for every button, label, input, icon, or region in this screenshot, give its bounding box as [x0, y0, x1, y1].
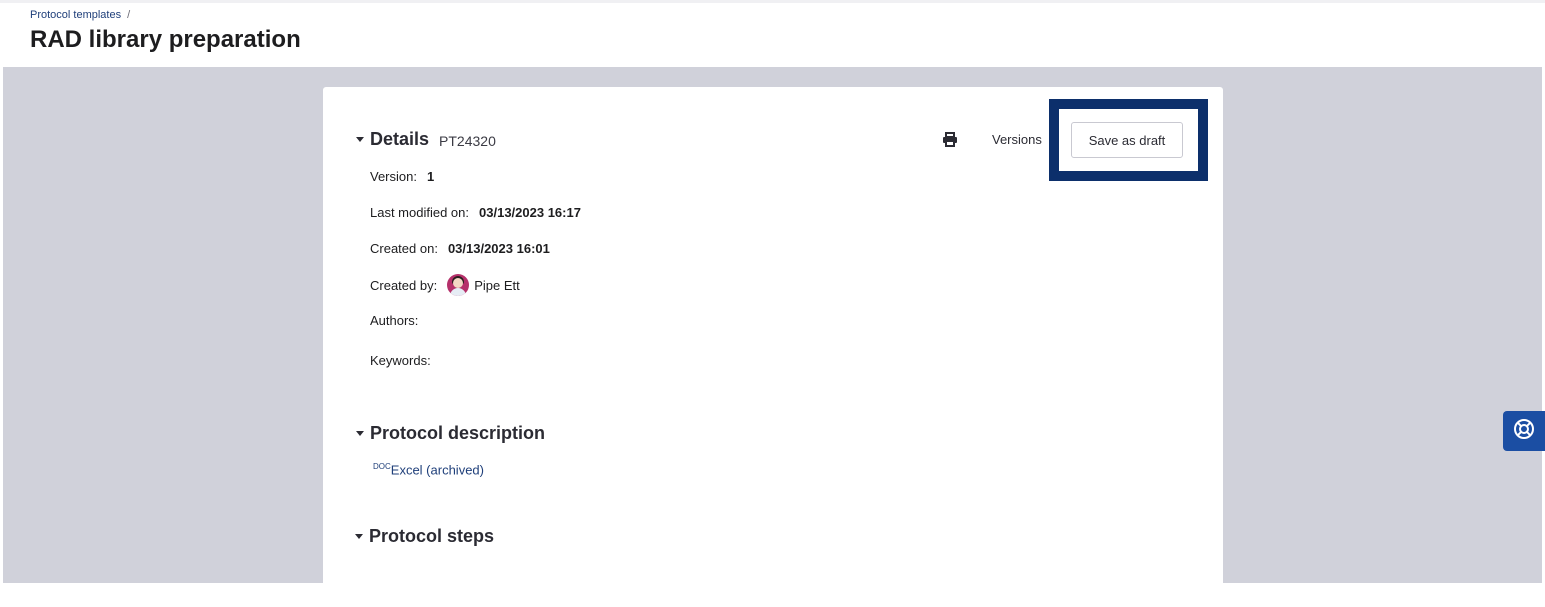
- breadcrumb-separator: /: [127, 9, 131, 21]
- steps-section-toggle[interactable]: Protocol steps: [355, 526, 494, 547]
- help-button[interactable]: [1503, 411, 1545, 451]
- keywords-row: Keywords:: [370, 353, 441, 368]
- last-modified-label: Last modified on:: [370, 205, 470, 220]
- lifebuoy-icon: [1513, 418, 1535, 445]
- versions-link[interactable]: Versions: [992, 132, 1042, 147]
- steps-heading: Protocol steps: [369, 526, 495, 546]
- created-on-value: 03/13/2023 16:01: [447, 241, 550, 256]
- page-title: RAD library preparation: [30, 26, 301, 53]
- created-by-label: Created by:: [370, 277, 438, 293]
- created-by-name[interactable]: Pipe Ett: [474, 278, 520, 293]
- caret-down-icon: [356, 137, 364, 142]
- avatar[interactable]: [447, 274, 470, 296]
- authors-row: Authors:: [370, 313, 428, 328]
- version-value: 1: [426, 169, 435, 184]
- breadcrumb-protocol-templates[interactable]: Protocol templates: [30, 9, 121, 21]
- save-as-draft-button[interactable]: Save as draft: [1071, 122, 1183, 158]
- breadcrumb: Protocol templates /: [30, 9, 130, 21]
- doc-tag: DOC: [373, 462, 391, 471]
- description-section-toggle[interactable]: Protocol description: [356, 423, 545, 444]
- version-label: Version:: [370, 169, 417, 184]
- page-header: Protocol templates / RAD library preparat…: [0, 0, 1545, 67]
- created-on-label: Created on:: [370, 241, 438, 256]
- description-heading: Protocol description: [370, 423, 546, 443]
- details-section-toggle[interactable]: Details PT24320: [356, 129, 496, 150]
- authors-label: Authors:: [370, 313, 419, 328]
- details-heading: Details: [370, 129, 430, 149]
- version-row: Version: 1: [370, 169, 434, 184]
- keywords-label: Keywords:: [370, 353, 431, 368]
- created-by-row: Created by: Pipe Ett: [370, 274, 520, 296]
- caret-down-icon: [355, 534, 363, 539]
- protocol-id: PT24320: [439, 133, 496, 149]
- attachment-name[interactable]: Excel (archived): [391, 462, 484, 477]
- created-on-row: Created on: 03/13/2023 16:01: [370, 241, 550, 256]
- print-icon[interactable]: [941, 131, 959, 149]
- description-attachment-link[interactable]: DOCExcel (archived): [373, 462, 484, 477]
- caret-down-icon: [356, 431, 364, 436]
- last-modified-row: Last modified on: 03/13/2023 16:17: [370, 205, 581, 220]
- last-modified-value: 03/13/2023 16:17: [479, 205, 581, 220]
